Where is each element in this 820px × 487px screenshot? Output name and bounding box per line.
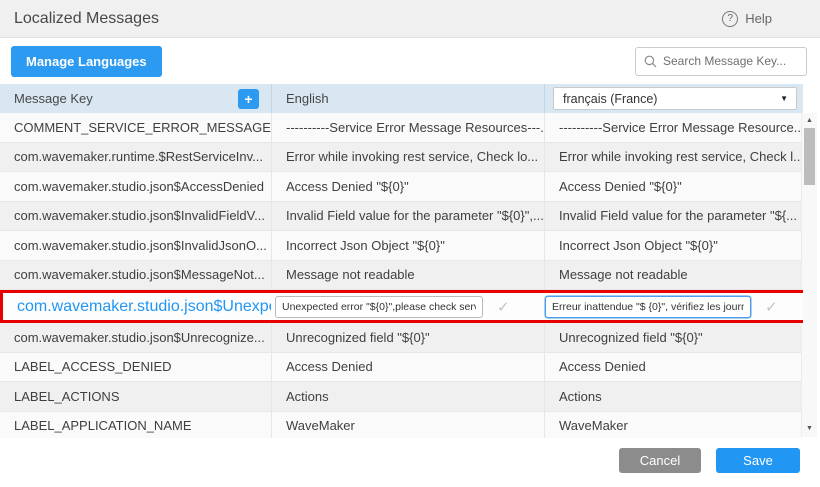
table-row[interactable]: LABEL_ACTIONS Actions Actions bbox=[0, 382, 803, 412]
french-cell[interactable]: Actions bbox=[545, 382, 803, 411]
french-cell[interactable]: Message not readable bbox=[545, 261, 803, 290]
message-key-cell[interactable]: COMMENT_SERVICE_ERROR_MESSAGES bbox=[0, 113, 272, 142]
message-key-cell[interactable]: com.wavemaker.studio.json$Unrecognize... bbox=[0, 323, 272, 352]
french-cell[interactable]: Access Denied "${0}" bbox=[545, 172, 803, 201]
chevron-down-icon: ▼ bbox=[780, 94, 788, 103]
french-edit-group: ✓ bbox=[543, 293, 803, 320]
table-row[interactable]: LABEL_ACCESS_DENIED Access Denied Access… bbox=[0, 353, 803, 383]
save-button[interactable]: Save bbox=[716, 448, 800, 473]
message-key-cell[interactable]: com.wavemaker.studio.json$InvalidJsonO..… bbox=[0, 231, 272, 260]
search-input[interactable] bbox=[663, 54, 798, 68]
column-header-message-key: Message Key + bbox=[0, 84, 272, 113]
english-edit-input[interactable] bbox=[275, 296, 483, 318]
message-key-cell[interactable]: com.wavemaker.studio.json$AccessDenied bbox=[0, 172, 272, 201]
scroll-down-icon[interactable]: ▼ bbox=[802, 421, 817, 435]
english-cell[interactable]: Invalid Field value for the parameter "$… bbox=[272, 202, 545, 231]
table-row[interactable]: com.wavemaker.studio.json$MessageNot... … bbox=[0, 261, 803, 291]
cancel-button[interactable]: Cancel bbox=[619, 448, 701, 473]
table-row[interactable]: com.wavemaker.studio.json$InvalidJsonO..… bbox=[0, 231, 803, 261]
french-cell[interactable]: Unrecognized field "${0}" bbox=[545, 323, 803, 352]
french-edit-input[interactable] bbox=[545, 296, 751, 318]
search-icon bbox=[644, 55, 657, 68]
add-message-key-button[interactable]: + bbox=[238, 89, 259, 109]
message-key-cell[interactable]: com.wavemaker.studio.json$MessageNot... bbox=[0, 261, 272, 290]
message-key-cell[interactable]: com.wavemaker.studio.json$InvalidFieldV.… bbox=[0, 202, 272, 231]
message-key-cell-selected[interactable]: com.wavemaker.studio.json$UnexpectedE... bbox=[3, 293, 271, 320]
french-cell[interactable]: Error while invoking rest service, Check… bbox=[545, 143, 803, 172]
help-label: Help bbox=[745, 11, 772, 26]
locale-selected-value: français (France) bbox=[563, 92, 657, 106]
english-cell[interactable]: Actions bbox=[272, 382, 545, 411]
toolbar: Manage Languages bbox=[0, 38, 820, 84]
column-header-english: English bbox=[272, 84, 545, 113]
french-cell[interactable]: ----------Service Error Message Resource… bbox=[545, 113, 803, 142]
column-header-locale: français (France) ▼ bbox=[545, 84, 803, 113]
table-row-editing[interactable]: com.wavemaker.studio.json$UnexpectedE...… bbox=[0, 290, 803, 323]
message-key-cell[interactable]: LABEL_ACTIONS bbox=[0, 382, 272, 411]
french-cell[interactable]: WaveMaker bbox=[545, 412, 803, 439]
english-cell[interactable]: Incorrect Json Object "${0}" bbox=[272, 231, 545, 260]
table-row[interactable]: com.wavemaker.studio.json$Unrecognize...… bbox=[0, 323, 803, 353]
message-key-cell[interactable]: LABEL_ACCESS_DENIED bbox=[0, 353, 272, 382]
scroll-up-icon[interactable]: ▲ bbox=[802, 113, 817, 127]
table-row[interactable]: com.wavemaker.studio.json$AccessDenied A… bbox=[0, 172, 803, 202]
table-row[interactable]: LABEL_APPLICATION_NAME WaveMaker WaveMak… bbox=[0, 412, 803, 439]
english-cell[interactable]: Error while invoking rest service, Check… bbox=[272, 143, 545, 172]
table-row[interactable]: com.wavemaker.runtime.$RestServiceInv...… bbox=[0, 143, 803, 173]
message-key-cell[interactable]: LABEL_APPLICATION_NAME bbox=[0, 412, 272, 439]
french-cell[interactable]: Incorrect Json Object "${0}" bbox=[545, 231, 803, 260]
english-cell[interactable]: ----------Service Error Message Resource… bbox=[272, 113, 545, 142]
page-title: Localized Messages bbox=[14, 10, 159, 28]
table-row[interactable]: com.wavemaker.studio.json$InvalidFieldV.… bbox=[0, 202, 803, 232]
title-bar: Localized Messages ? Help bbox=[0, 0, 820, 38]
help-icon: ? bbox=[722, 11, 738, 27]
english-cell[interactable]: WaveMaker bbox=[272, 412, 545, 439]
french-cell[interactable]: Access Denied bbox=[545, 353, 803, 382]
manage-languages-button[interactable]: Manage Languages bbox=[11, 46, 162, 77]
english-cell[interactable]: Access Denied "${0}" bbox=[272, 172, 545, 201]
table-header: Message Key + English français (France) … bbox=[0, 84, 803, 113]
english-cell[interactable]: Access Denied bbox=[272, 353, 545, 382]
message-key-header-label: Message Key bbox=[14, 91, 93, 106]
table-body: COMMENT_SERVICE_ERROR_MESSAGES ---------… bbox=[0, 113, 803, 438]
confirm-check-icon[interactable]: ✓ bbox=[765, 298, 778, 316]
scrollbar-thumb[interactable] bbox=[804, 128, 815, 185]
french-cell[interactable]: Invalid Field value for the parameter "$… bbox=[545, 202, 803, 231]
english-header-label: English bbox=[286, 91, 329, 106]
english-edit-group: ✓ bbox=[271, 293, 543, 320]
footer-actions: Cancel Save bbox=[619, 448, 800, 473]
vertical-scrollbar[interactable]: ▲ ▼ bbox=[801, 113, 817, 437]
search-box[interactable] bbox=[635, 47, 807, 76]
help-button[interactable]: ? Help bbox=[722, 11, 772, 27]
table-row[interactable]: COMMENT_SERVICE_ERROR_MESSAGES ---------… bbox=[0, 113, 803, 143]
message-key-cell[interactable]: com.wavemaker.runtime.$RestServiceInv... bbox=[0, 143, 272, 172]
english-cell[interactable]: Unrecognized field "${0}" bbox=[272, 323, 545, 352]
confirm-check-icon[interactable]: ✓ bbox=[497, 298, 510, 316]
english-cell[interactable]: Message not readable bbox=[272, 261, 545, 290]
locale-select[interactable]: français (France) ▼ bbox=[553, 87, 797, 110]
